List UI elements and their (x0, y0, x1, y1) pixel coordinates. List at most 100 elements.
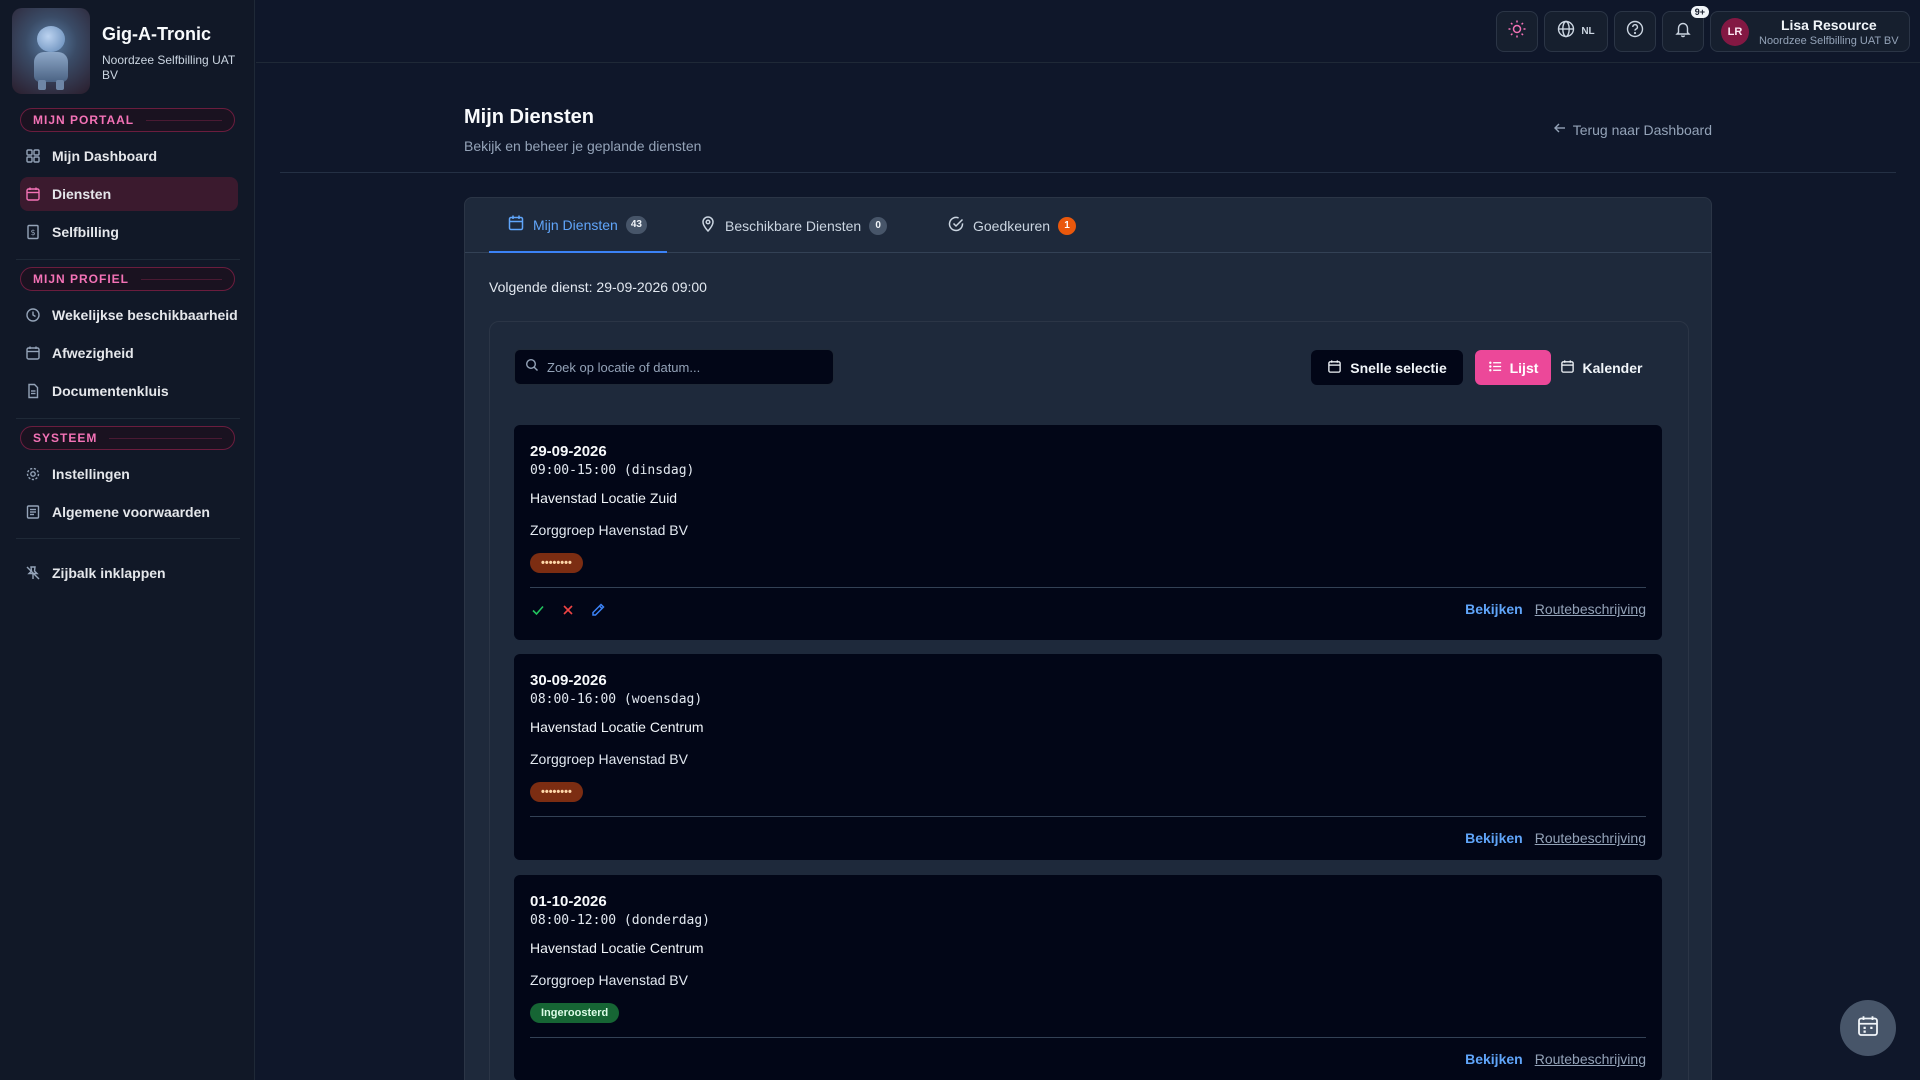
sidebar-item-selfbilling[interactable]: $ Selfbilling (20, 215, 238, 249)
receipt-icon: $ (25, 224, 41, 240)
sidebar-item-instellingen[interactable]: Instellingen (20, 457, 238, 491)
help-icon (1626, 20, 1644, 43)
sidebar-item-label: Documentenkluis (52, 383, 169, 399)
arrow-left-icon (1553, 121, 1567, 138)
calendar-view-label: Kalender (1582, 359, 1643, 376)
view-button[interactable]: Bekijken (1465, 601, 1523, 617)
gear-icon (25, 466, 41, 482)
shift-location: Havenstad Locatie Centrum (530, 719, 704, 735)
edit-icon[interactable] (590, 602, 606, 623)
notification-badge: 9+ (1690, 6, 1709, 18)
dashboard-icon (25, 148, 41, 164)
language-button[interactable]: NL (1544, 11, 1608, 52)
calendar-icon (1856, 1014, 1880, 1043)
tab-count: 1 (1058, 216, 1077, 235)
sidebar-item-diensten[interactable]: Diensten (20, 177, 238, 211)
user-menu-button[interactable]: LR Lisa Resource Noordzee Selfbilling UA… (1710, 11, 1910, 52)
search-box[interactable] (514, 349, 834, 385)
shift-card[interactable]: 01-10-2026 08:00-12:00 (donderdag) Haven… (514, 875, 1662, 1080)
back-to-dashboard-link[interactable]: Terug naar Dashboard (1553, 121, 1712, 138)
status-badge: Ingeroosterd (530, 1003, 620, 1023)
page-title: Mijn Diensten (464, 106, 595, 128)
brand-subtitle: Noordzee Selfbilling UAT BV (102, 53, 235, 82)
route-link[interactable]: Routebeschrijving (1535, 601, 1646, 617)
shift-time: 09:00-15:00 (dinsdag) (530, 463, 695, 478)
shift-time: 08:00-12:00 (donderdag) (530, 913, 711, 928)
calendar-icon (1327, 359, 1342, 377)
brand-name: Gig-A-Tronic (102, 24, 211, 44)
terms-icon (25, 504, 41, 520)
route-link[interactable]: Routebeschrijving (1535, 1051, 1646, 1067)
calendar-icon (25, 345, 41, 361)
check-circle-icon (947, 215, 965, 236)
shift-card[interactable]: 29-09-2026 09:00-15:00 (dinsdag) Havenst… (514, 425, 1662, 640)
bell-icon (1674, 20, 1692, 43)
sidebar-item-label: Instellingen (52, 466, 130, 482)
shift-date: 29-09-2026 (530, 443, 607, 460)
route-link[interactable]: Routebeschrijving (1535, 830, 1646, 846)
tab-label: Mijn Diensten (533, 216, 618, 233)
sidebar-item-afwezigheid[interactable]: Afwezigheid (20, 336, 238, 370)
sidebar-item-documentenkluis[interactable]: Documentenkluis (20, 374, 238, 408)
svg-text:$: $ (30, 228, 35, 237)
shift-divider (530, 1037, 1646, 1038)
shift-location: Havenstad Locatie Centrum (530, 940, 704, 956)
sidebar-item-wekelijkse-beschikbaarheid[interactable]: Wekelijkse beschikbaarheid (20, 298, 238, 332)
tab-count: 43 (625, 215, 647, 234)
sidebar-item-mijn-dashboard[interactable]: Mijn Dashboard (20, 139, 238, 173)
calendar-view-button[interactable]: Kalender (1554, 350, 1648, 385)
shift-location: Havenstad Locatie Zuid (530, 490, 678, 506)
brand[interactable]: Gig-A-Tronic Noordzee Selfbilling UAT BV (12, 8, 247, 94)
sidebar-item-label: Algemene voorwaarden (52, 504, 210, 520)
shift-date: 01-10-2026 (530, 893, 607, 910)
globe-icon (1557, 20, 1575, 43)
tab-label: Beschikbare Diensten (725, 217, 862, 234)
sidebar-item-label: Wekelijkse beschikbaarheid (52, 307, 238, 323)
sidebar-divider (16, 538, 240, 539)
search-icon (525, 358, 539, 377)
view-button[interactable]: Bekijken (1465, 1051, 1523, 1067)
list-view-label: Lijst (1509, 359, 1539, 376)
language-label: NL (1581, 26, 1595, 37)
approve-icon[interactable] (530, 602, 546, 623)
sidebar-item-algemene-voorwaarden[interactable]: Algemene voorwaarden (20, 495, 238, 529)
tab-label: Goedkeuren (973, 217, 1051, 234)
collapse-sidebar-label: Zijbalk inklappen (52, 565, 166, 581)
collapse-sidebar-button[interactable]: Zijbalk inklappen (20, 556, 238, 590)
status-badge: •••••••• (530, 782, 583, 802)
search-input[interactable] (547, 359, 827, 375)
shift-date: 30-09-2026 (530, 672, 607, 689)
next-shift-text: Volgende dienst: 29-09-2026 09:00 (489, 279, 707, 295)
help-button[interactable] (1614, 11, 1656, 52)
topbar: NL 9+ LR Lisa Resource Noordzee Selfbill… (256, 0, 1920, 63)
floating-calendar-button[interactable] (1840, 1000, 1896, 1056)
shift-organization: Zorggroep Havenstad BV (530, 751, 688, 767)
calendar-icon (25, 186, 41, 202)
reject-icon[interactable] (560, 602, 576, 623)
shift-divider (530, 816, 1646, 817)
back-link-label: Terug naar Dashboard (1572, 121, 1712, 138)
user-name: Lisa Resource (1780, 16, 1877, 33)
sidebar-item-label: Afwezigheid (52, 345, 134, 361)
list-icon (1488, 359, 1503, 377)
quick-select-label: Snelle selectie (1350, 359, 1447, 376)
quick-select-button[interactable]: Snelle selectie (1311, 350, 1463, 385)
map-pin-icon (699, 215, 717, 236)
tabs: Mijn Diensten 43 Beschikbare Diensten 0 … (465, 198, 1711, 253)
clock-icon (25, 307, 41, 323)
avatar: LR (1721, 17, 1749, 46)
calendar-icon (1560, 359, 1575, 377)
list-view-button[interactable]: Lijst (1475, 350, 1551, 385)
shift-card[interactable]: 30-09-2026 08:00-16:00 (woensdag) Havens… (514, 654, 1662, 860)
section-label-mijn-profiel: MIJN PROFIEL (20, 267, 235, 291)
tab-goedkeuren[interactable]: Goedkeuren 1 (947, 198, 1077, 253)
view-button[interactable]: Bekijken (1465, 830, 1523, 846)
sidebar-item-label: Diensten (52, 186, 112, 202)
header-divider (280, 172, 1896, 173)
tab-beschikbare-diensten[interactable]: Beschikbare Diensten 0 (699, 198, 888, 253)
theme-toggle-button[interactable] (1496, 11, 1538, 52)
notifications-button[interactable]: 9+ (1662, 6, 1709, 52)
shift-divider (530, 587, 1646, 588)
sidebar-divider (16, 418, 240, 419)
tab-mijn-diensten[interactable]: Mijn Diensten 43 (489, 198, 667, 253)
